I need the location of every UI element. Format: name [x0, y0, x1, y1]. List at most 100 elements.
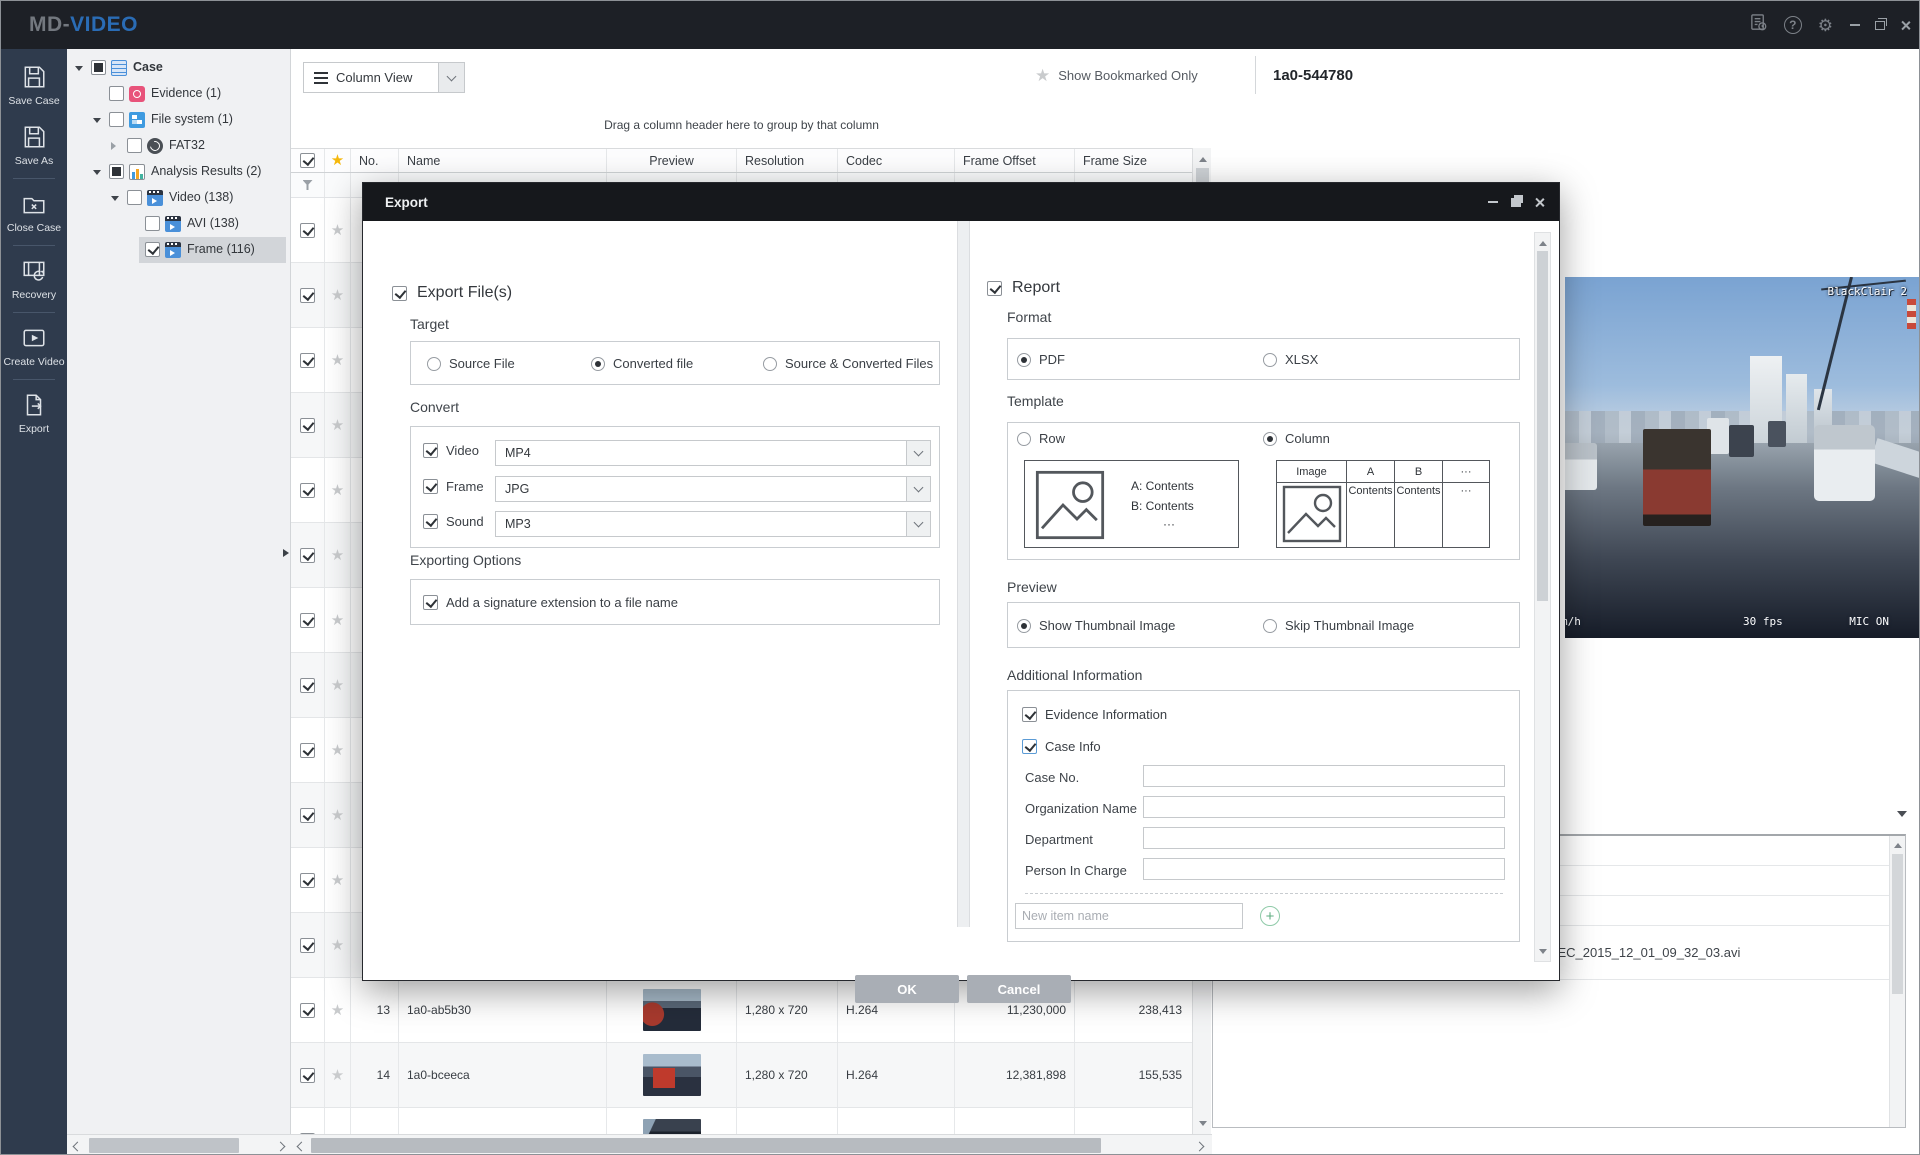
convert-video-checkbox[interactable]: Video [423, 443, 479, 458]
evidence-information-checkbox[interactable]: Evidence Information [1022, 707, 1167, 722]
row-bookmark-star[interactable]: ★ [331, 613, 344, 628]
column-header-preview[interactable]: Preview [607, 149, 737, 172]
scroll-right-button[interactable] [1192, 1137, 1210, 1155]
collapse-panel-chevron[interactable] [1897, 811, 1907, 822]
row-bookmark-star[interactable]: ★ [331, 483, 344, 498]
expander-icon[interactable] [93, 170, 101, 179]
tree-item-case[interactable]: Case [67, 55, 290, 81]
row-checkbox[interactable] [300, 613, 315, 628]
row-bookmark-star[interactable]: ★ [331, 288, 344, 303]
scroll-down-button[interactable] [1193, 1116, 1212, 1134]
scroll-up-button[interactable] [1535, 233, 1550, 249]
sidebar-item-recovery[interactable]: Recovery [1, 249, 67, 309]
table-row-14[interactable]: ★ 14 1a0-bceeca 1,280 x 720 H.264 12,381… [291, 1043, 1192, 1108]
dialog-close-button[interactable] [1534, 197, 1545, 208]
signature-extension-checkbox[interactable]: Add a signature extension to a file name [423, 595, 678, 610]
minimize-button[interactable] [1850, 24, 1860, 26]
report-icon[interactable] [1749, 13, 1768, 37]
expander-icon[interactable] [111, 196, 119, 205]
dropdown-button[interactable] [906, 441, 930, 465]
row-bookmark-star[interactable]: ★ [331, 418, 344, 433]
row-checkbox[interactable] [300, 223, 315, 238]
row-bookmark-star[interactable]: ★ [331, 353, 344, 368]
scroll-up-button[interactable] [1890, 836, 1905, 851]
column-header-resolution[interactable]: Resolution [737, 149, 838, 172]
tree-item-analysis-results[interactable]: Analysis Results (2) [67, 159, 290, 185]
select-all-checkbox[interactable] [300, 153, 315, 168]
row-checkbox[interactable] [300, 1068, 315, 1083]
case-no-input[interactable] [1143, 765, 1505, 787]
ok-button[interactable]: OK [855, 975, 959, 1003]
frame-thumbnail[interactable] [643, 1054, 701, 1096]
settings-gear-icon[interactable]: ⚙ [1818, 17, 1833, 34]
radio-show-thumbnail[interactable]: Show Thumbnail Image [1017, 618, 1175, 633]
tree-item-file-system[interactable]: File system (1) [67, 107, 290, 133]
tree-item-fat32[interactable]: FAT32 [67, 133, 290, 159]
tree-checkbox[interactable] [91, 60, 106, 75]
tree-item-frame[interactable]: Frame (116) [67, 237, 290, 263]
column-header-name[interactable]: Name [399, 149, 607, 172]
sidebar-item-save-case[interactable]: Save Case [1, 55, 67, 115]
tree-checkbox[interactable] [127, 190, 142, 205]
table-horizontal-scrollbar[interactable] [291, 1134, 1212, 1155]
scroll-thumb[interactable] [1537, 251, 1548, 601]
sidebar-item-export[interactable]: Export [1, 383, 67, 443]
sidebar-item-save-as[interactable]: Save As [1, 115, 67, 175]
radio-converted-file[interactable]: Converted file [591, 356, 693, 371]
scroll-right-button[interactable] [273, 1137, 291, 1155]
export-files-checkbox[interactable] [392, 286, 407, 301]
tree-item-evidence[interactable]: Evidence (1) [67, 81, 290, 107]
restore-button[interactable] [1875, 21, 1885, 30]
tree-checkbox[interactable] [109, 112, 124, 127]
scroll-left-button[interactable] [67, 1137, 85, 1155]
expander-icon[interactable] [111, 142, 120, 150]
expander-icon[interactable] [75, 66, 83, 75]
row-checkbox[interactable] [300, 743, 315, 758]
add-item-button[interactable]: + [1260, 906, 1280, 926]
new-item-name-input[interactable] [1015, 903, 1243, 929]
row-bookmark-star[interactable]: ★ [331, 938, 344, 953]
person-in-charge-input[interactable] [1143, 858, 1505, 880]
tree-checkbox[interactable] [145, 242, 160, 257]
row-checkbox[interactable] [300, 288, 315, 303]
details-scrollbar[interactable] [1889, 836, 1905, 1127]
row-checkbox[interactable] [300, 808, 315, 823]
row-bookmark-star[interactable]: ★ [331, 223, 344, 238]
row-checkbox[interactable] [300, 418, 315, 433]
tree-checkbox[interactable] [109, 164, 124, 179]
row-bookmark-star[interactable]: ★ [331, 1068, 344, 1083]
row-checkbox[interactable] [300, 353, 315, 368]
table-row-15[interactable]: ★ [291, 1108, 1192, 1134]
radio-template-row[interactable]: Row [1017, 431, 1065, 446]
tree-item-avi[interactable]: AVI (138) [67, 211, 290, 237]
dialog-scrollbar[interactable] [1534, 232, 1551, 962]
dialog-titlebar[interactable]: Export [363, 183, 1559, 221]
scroll-left-button[interactable] [291, 1137, 309, 1155]
convert-frame-checkbox[interactable]: Frame [423, 479, 484, 494]
scroll-thumb[interactable] [89, 1138, 239, 1153]
department-input[interactable] [1143, 827, 1505, 849]
row-bookmark-star[interactable]: ★ [331, 743, 344, 758]
tree-checkbox[interactable] [109, 86, 124, 101]
dropdown-button[interactable] [906, 512, 930, 536]
sidebar-item-close-case[interactable]: Close Case [1, 182, 67, 242]
help-icon[interactable]: ? [1784, 16, 1802, 34]
frame-thumbnail[interactable] [643, 1119, 701, 1134]
tree-checkbox[interactable] [145, 216, 160, 231]
organization-name-input[interactable] [1143, 796, 1505, 818]
row-checkbox[interactable] [300, 678, 315, 693]
select-all-cell[interactable] [291, 149, 325, 172]
convert-sound-checkbox[interactable]: Sound [423, 514, 484, 529]
close-button[interactable] [1900, 20, 1911, 31]
radio-skip-thumbnail[interactable]: Skip Thumbnail Image [1263, 618, 1414, 633]
scroll-thumb[interactable] [311, 1138, 1101, 1153]
case-info-checkbox[interactable]: Case Info [1022, 739, 1101, 754]
row-checkbox[interactable] [300, 548, 315, 563]
tree-checkbox[interactable] [127, 138, 142, 153]
column-view-dropdown-button[interactable] [438, 63, 464, 92]
dropdown-button[interactable] [906, 477, 930, 501]
row-bookmark-star[interactable]: ★ [331, 873, 344, 888]
column-header-codec[interactable]: Codec [838, 149, 955, 172]
row-bookmark-star[interactable]: ★ [331, 808, 344, 823]
radio-source-and-converted[interactable]: Source & Converted Files [763, 356, 933, 371]
